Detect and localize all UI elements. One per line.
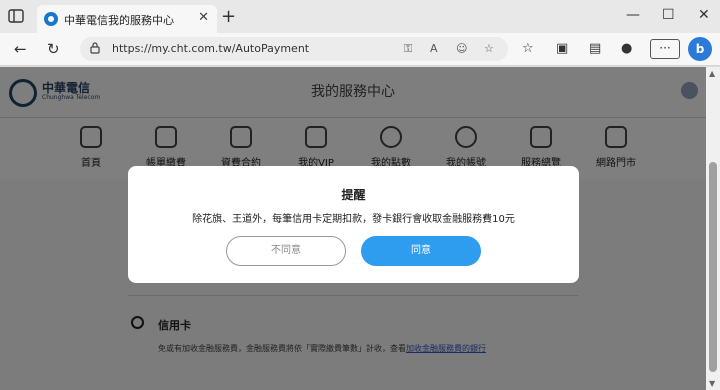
minimize-button[interactable]: — (626, 7, 640, 23)
tab-title: 中華電信我的服務中心 (64, 14, 174, 27)
workspaces-icon[interactable] (8, 9, 24, 23)
collections-icon[interactable]: ▣ (556, 41, 568, 56)
nav-item-points[interactable]: 我的點數 (353, 126, 429, 169)
key-icon[interactable]: ⚿ (404, 42, 412, 56)
option-description: 免或有加收金融服務費，金融服務費將依「實際繳費筆數」計收，查看加收金融服務費的銀… (158, 343, 486, 354)
nav-label: 網路門市 (596, 158, 636, 169)
page-title: 我的服務中心 (311, 84, 395, 100)
bank-fee-link[interactable]: 加收金融服務費的銀行 (406, 344, 486, 353)
read-aloud-icon[interactable]: A (430, 42, 438, 55)
vip-icon (305, 126, 327, 148)
url-text: https://my.cht.com.tw/AutoPayment (112, 42, 310, 55)
nav-item-bill[interactable]: 帳單繳費 (128, 126, 204, 169)
services-icon (530, 126, 552, 148)
nav-label: 首頁 (81, 158, 101, 169)
cht-favicon-icon (44, 12, 58, 26)
browser-toolbar: ← ↻ https://my.cht.com.tw/AutoPayment ⚿ … (0, 33, 720, 66)
scroll-up-icon[interactable]: ▲ (709, 69, 715, 78)
agree-button[interactable]: 同意 (361, 236, 481, 266)
browser-tab[interactable]: 中華電信我的服務中心 ✕ (37, 5, 217, 33)
nav-item-services[interactable]: 服務總覽 (503, 126, 579, 169)
account-icon (455, 126, 477, 148)
tracking-icon[interactable]: ☺ (456, 42, 467, 55)
bill-icon (155, 126, 177, 148)
more-button[interactable]: ··· (650, 39, 680, 59)
user-avatar-icon[interactable] (681, 82, 698, 99)
credit-card-radio[interactable] (131, 316, 144, 329)
favorite-star-icon[interactable]: ☆ (484, 42, 494, 55)
extension-icon[interactable]: ▤ (589, 41, 601, 56)
divider (128, 295, 578, 296)
nav-item-home[interactable]: 首頁 (53, 126, 129, 169)
tab-bar: 中華電信我的服務中心 ✕ + — ☐ ✕ (0, 0, 720, 33)
bing-icon[interactable]: b (688, 37, 712, 61)
store-icon (605, 126, 627, 148)
option-label: 信用卡 (158, 319, 191, 332)
address-bar[interactable]: https://my.cht.com.tw/AutoPayment ⚿ A ☺ … (80, 37, 508, 61)
modal-title: 提醒 (341, 188, 366, 202)
home-icon (80, 126, 102, 148)
lock-icon (90, 42, 100, 54)
scroll-thumb[interactable] (709, 162, 717, 372)
disagree-button[interactable]: 不同意 (226, 236, 346, 266)
new-tab-button[interactable]: + (221, 6, 236, 27)
profile-icon[interactable]: ● (621, 41, 632, 56)
refresh-icon[interactable]: ↻ (47, 40, 60, 58)
nav-item-contract[interactable]: 資費合約 (203, 126, 279, 169)
points-icon (380, 126, 402, 148)
favorites-icon[interactable]: ☆ (522, 41, 534, 56)
option-desc-text: 免或有加收金融服務費，金融服務費將依「實際繳費筆數」計收，查看 (158, 344, 406, 353)
reminder-modal: 提醒 除花旗、王道外，每筆信用卡定期扣款，發卡銀行會收取金融服務費10元 不同意… (128, 166, 579, 283)
nav-item-vip[interactable]: 我的VIP (278, 126, 354, 169)
modal-message: 除花旗、王道外，每筆信用卡定期扣款，發卡銀行會收取金融服務費10元 (192, 214, 515, 225)
scroll-down-icon[interactable]: ▼ (709, 379, 715, 388)
nav-item-store[interactable]: 網路門市 (578, 126, 654, 169)
page-scrollbar[interactable]: ▲ ▼ (706, 67, 720, 390)
tab-close-icon[interactable]: ✕ (198, 10, 209, 25)
back-icon[interactable]: ← (14, 40, 27, 58)
contract-icon (230, 126, 252, 148)
close-window-button[interactable]: ✕ (698, 7, 710, 23)
nav-item-account[interactable]: 我的帳號 (428, 126, 504, 169)
maximize-button[interactable]: ☐ (662, 7, 675, 23)
site-header: 中華電信 Chunghwa Telecom 我的服務中心 (0, 67, 706, 117)
